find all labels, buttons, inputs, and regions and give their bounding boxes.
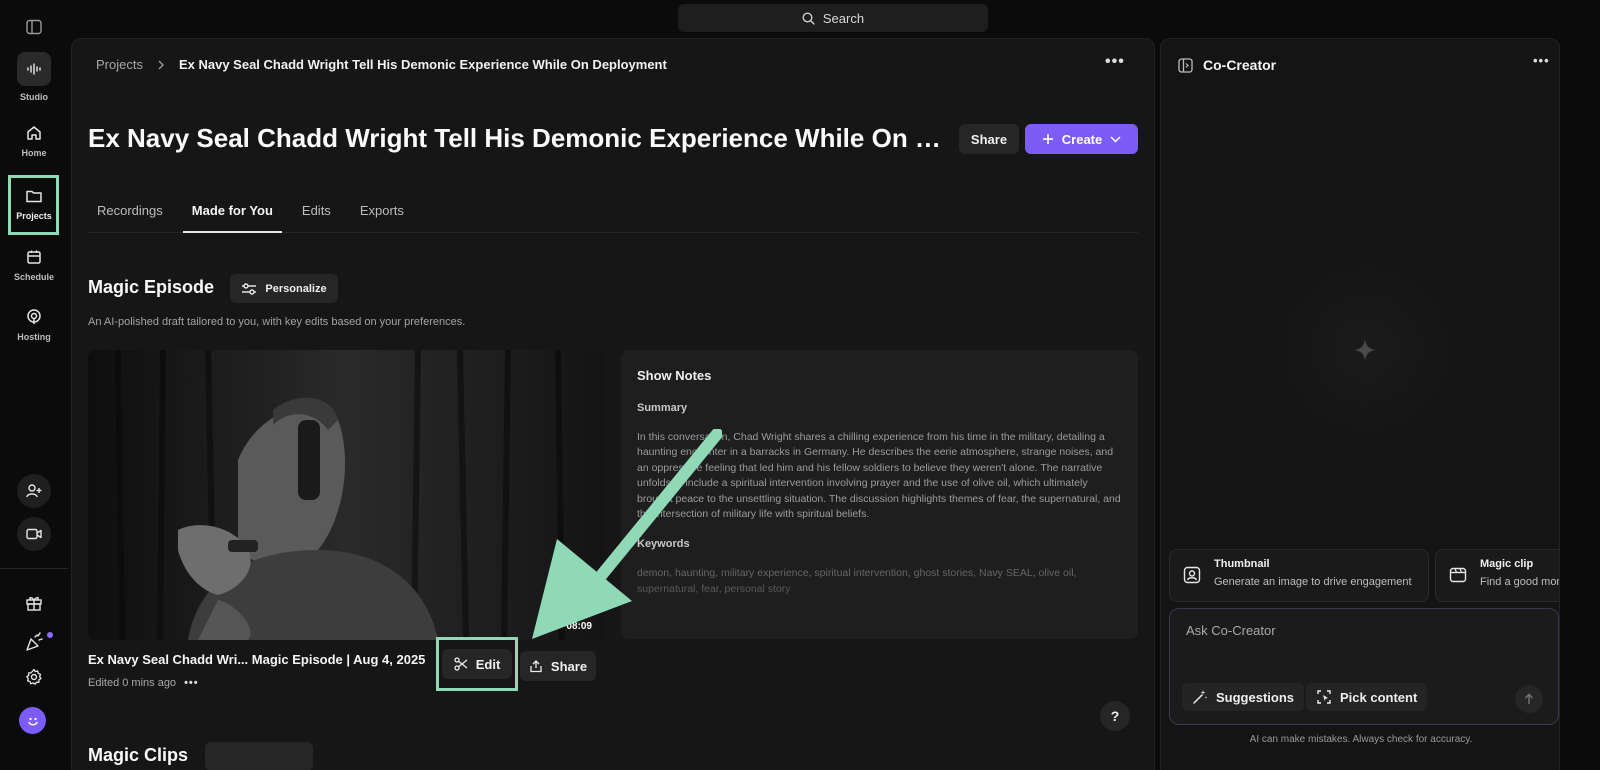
magic-clips-title: Magic Clips bbox=[88, 745, 189, 765]
edited-info: Edited 0 mins ago ••• bbox=[88, 677, 199, 689]
breadcrumb-current: Ex Navy Seal Chadd Wright Tell His Demon… bbox=[178, 57, 667, 72]
tab-exports[interactable]: Exports bbox=[351, 199, 413, 233]
personalize-button[interactable]: Personalize bbox=[230, 274, 338, 303]
magic-clip-card-desc: Find a good moment bbox=[1480, 576, 1559, 588]
co-creator-title: Co-Creator bbox=[1203, 57, 1277, 73]
edit-button[interactable]: Edit bbox=[442, 649, 512, 679]
thumbnail-card-desc: Generate an image to drive engagement bbox=[1214, 576, 1412, 588]
suggestions-button[interactable]: Suggestions bbox=[1182, 683, 1305, 711]
sidebar-toggle-icon[interactable] bbox=[26, 19, 42, 35]
home-icon bbox=[17, 116, 51, 150]
tab-made-for-you[interactable]: Made for You bbox=[182, 199, 282, 233]
tab-recordings[interactable]: Recordings bbox=[88, 199, 172, 233]
edit-label: Edit bbox=[475, 656, 501, 672]
page-title: Ex Navy Seal Chadd Wright Tell His Demon… bbox=[88, 123, 950, 153]
help-button[interactable]: ? bbox=[1100, 701, 1130, 731]
breadcrumb-projects[interactable]: Projects bbox=[96, 57, 143, 72]
sparkle-icon bbox=[1353, 338, 1377, 362]
select-content-icon bbox=[1317, 690, 1331, 704]
nav-hosting-label: Hosting bbox=[17, 332, 51, 342]
portrait-icon bbox=[1183, 566, 1201, 584]
record-button[interactable] bbox=[17, 517, 51, 551]
nav-home[interactable]: Home bbox=[12, 116, 56, 158]
tab-edits[interactable]: Edits bbox=[293, 199, 340, 233]
magic-clips-action-button[interactable] bbox=[205, 742, 313, 770]
rail-divider bbox=[0, 568, 68, 569]
magic-episode-title: Magic Episode bbox=[88, 277, 215, 297]
more-options-icon[interactable]: ••• bbox=[1105, 53, 1125, 71]
co-creator-more-icon[interactable]: ••• bbox=[1533, 53, 1550, 68]
celebrate-icon[interactable] bbox=[25, 632, 53, 652]
magic-clip-card-title: Magic clip bbox=[1480, 558, 1534, 570]
co-creator-panel: Co-Creator ••• Thumbnail Generate an ima… bbox=[1160, 38, 1560, 770]
nav-hosting[interactable]: Hosting bbox=[12, 300, 56, 342]
search-icon bbox=[802, 11, 815, 25]
ask-co-creator-input[interactable] bbox=[1186, 623, 1526, 638]
notification-dot bbox=[47, 632, 53, 638]
avatar[interactable] bbox=[19, 707, 46, 734]
chevron-right-icon bbox=[158, 60, 164, 69]
ask-co-creator-box: Suggestions Pick content bbox=[1169, 608, 1559, 725]
share-episode-label: Share bbox=[550, 658, 588, 674]
thumbnail-card-title: Thumbnail bbox=[1214, 558, 1270, 570]
chevron-down-icon bbox=[1110, 135, 1121, 143]
search-label: Search bbox=[822, 10, 865, 26]
create-button[interactable]: Create bbox=[1025, 124, 1138, 154]
episode-title: Ex Navy Seal Chadd Wri... Magic Episode … bbox=[88, 652, 426, 667]
waveform-icon bbox=[17, 52, 51, 86]
magic-clip-card[interactable]: Magic clip Find a good moment bbox=[1435, 549, 1559, 602]
pick-content-label: Pick content bbox=[1340, 689, 1418, 705]
add-user-icon bbox=[26, 484, 42, 498]
folder-icon bbox=[17, 179, 51, 213]
share-icon bbox=[530, 660, 542, 673]
create-label: Create bbox=[1061, 131, 1103, 147]
gift-icon[interactable] bbox=[25, 594, 43, 612]
arrow-up-icon bbox=[1525, 693, 1533, 704]
sliders-icon bbox=[242, 282, 257, 295]
summary-heading: Summary bbox=[637, 402, 688, 414]
personalize-label: Personalize bbox=[265, 282, 327, 295]
search-bar[interactable]: Search bbox=[678, 4, 988, 32]
calendar-icon bbox=[17, 240, 51, 274]
video-camera-icon bbox=[26, 528, 42, 540]
suggestions-label: Suggestions bbox=[1216, 689, 1295, 705]
nav-studio[interactable]: Studio bbox=[12, 52, 56, 102]
nav-home-label: Home bbox=[21, 148, 47, 158]
thumbnail-card[interactable]: Thumbnail Generate an image to drive eng… bbox=[1169, 549, 1429, 602]
nav-studio-label: Studio bbox=[20, 92, 48, 102]
share-episode-button[interactable]: Share bbox=[520, 651, 596, 681]
settings-gear-icon[interactable] bbox=[25, 668, 43, 686]
nav-schedule[interactable]: Schedule bbox=[12, 240, 56, 282]
panel-collapse-icon[interactable] bbox=[1178, 58, 1193, 73]
edited-timestamp: Edited 0 mins ago bbox=[88, 677, 177, 689]
share-project-button[interactable]: Share bbox=[959, 124, 1019, 154]
magic-episode-description: An AI-polished draft tailored to you, wi… bbox=[88, 316, 466, 328]
podcast-icon bbox=[17, 300, 51, 334]
left-rail: Studio Home Projects Schedule Hosting bbox=[0, 0, 68, 770]
smiley-icon bbox=[27, 717, 38, 725]
nav-schedule-label: Schedule bbox=[13, 272, 54, 282]
pick-content-button[interactable]: Pick content bbox=[1306, 683, 1428, 711]
plus-icon bbox=[1042, 134, 1053, 144]
tab-bar: Recordings Made for You Edits Exports bbox=[88, 199, 1138, 233]
annotation-arrow bbox=[532, 429, 722, 639]
edit-highlight-box: Edit bbox=[436, 637, 518, 691]
main-panel: Projects Ex Navy Seal Chadd Wright Tell … bbox=[71, 38, 1155, 770]
invite-user-button[interactable] bbox=[17, 474, 51, 508]
show-notes-title: Show Notes bbox=[637, 368, 712, 383]
nav-projects-label: Projects bbox=[16, 211, 52, 221]
episode-more-icon[interactable]: ••• bbox=[184, 677, 199, 689]
nav-projects[interactable]: Projects bbox=[12, 179, 56, 221]
magic-wand-icon bbox=[1193, 690, 1208, 704]
scissors-icon bbox=[454, 657, 468, 671]
breadcrumb: Projects Ex Navy Seal Chadd Wright Tell … bbox=[96, 57, 667, 72]
ai-disclaimer: AI can make mistakes. Always check for a… bbox=[1249, 734, 1473, 745]
send-button[interactable] bbox=[1515, 685, 1543, 713]
clip-icon bbox=[1449, 567, 1467, 583]
